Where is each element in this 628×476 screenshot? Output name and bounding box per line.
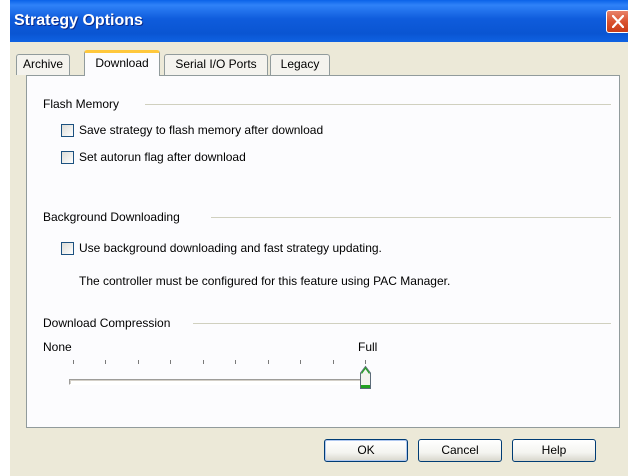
slider-tick [137,360,139,364]
tab-download-label: Download [95,56,149,70]
slider-tick [235,360,237,364]
slider-track[interactable] [69,379,371,385]
close-icon [612,15,624,28]
background-downloading-label[interactable]: Use background downloading and fast stra… [79,241,382,255]
flash-memory-group-label: Flash Memory [43,97,120,111]
download-compression-divider [193,323,611,324]
ok-button[interactable]: OK [324,439,408,462]
pac-manager-note: The controller must be configured for th… [79,274,451,288]
set-autorun-checkbox[interactable] [61,151,74,164]
download-compression-group-label: Download Compression [43,316,171,330]
slider-tick [73,360,74,364]
flash-memory-divider [145,104,611,105]
slider-tick [332,360,334,364]
slider-tick [365,360,366,364]
tab-serial-io-ports-label: Serial I/O Ports [175,57,257,71]
slider-tick [170,360,172,364]
background-downloading-divider [211,217,611,218]
tab-legacy[interactable]: Legacy [270,54,330,75]
cancel-button[interactable]: Cancel [418,439,502,462]
tab-archive[interactable]: Archive [16,54,70,75]
background-downloading-group-label: Background Downloading [43,210,180,224]
background-downloading-checkbox[interactable] [61,242,74,255]
tab-serial-io-ports[interactable]: Serial I/O Ports [164,54,268,75]
title-bar[interactable]: Strategy Options [10,0,628,42]
save-to-flash-checkbox[interactable] [61,124,74,137]
window-title: Strategy Options [14,12,143,29]
compression-full-label: Full [358,340,378,354]
strategy-options-dialog: Strategy Options Archive Download Serial… [10,0,628,476]
compression-none-label: None [43,340,72,354]
tab-archive-label: Archive [22,57,63,71]
slider-thumb[interactable] [359,365,372,391]
download-tab-panel: Flash Memory Save strategy to flash memo… [26,75,620,428]
close-button[interactable] [606,10,628,33]
help-button[interactable]: Help [512,439,596,462]
slider-tick [300,360,302,364]
tab-download[interactable]: Download [84,50,160,76]
slider-tick [105,360,107,364]
save-to-flash-label[interactable]: Save strategy to flash memory after down… [79,123,323,137]
set-autorun-label[interactable]: Set autorun flag after download [79,150,246,164]
tab-legacy-label: Legacy [280,57,320,71]
slider-tick [267,360,269,364]
slider-tick [202,360,204,364]
